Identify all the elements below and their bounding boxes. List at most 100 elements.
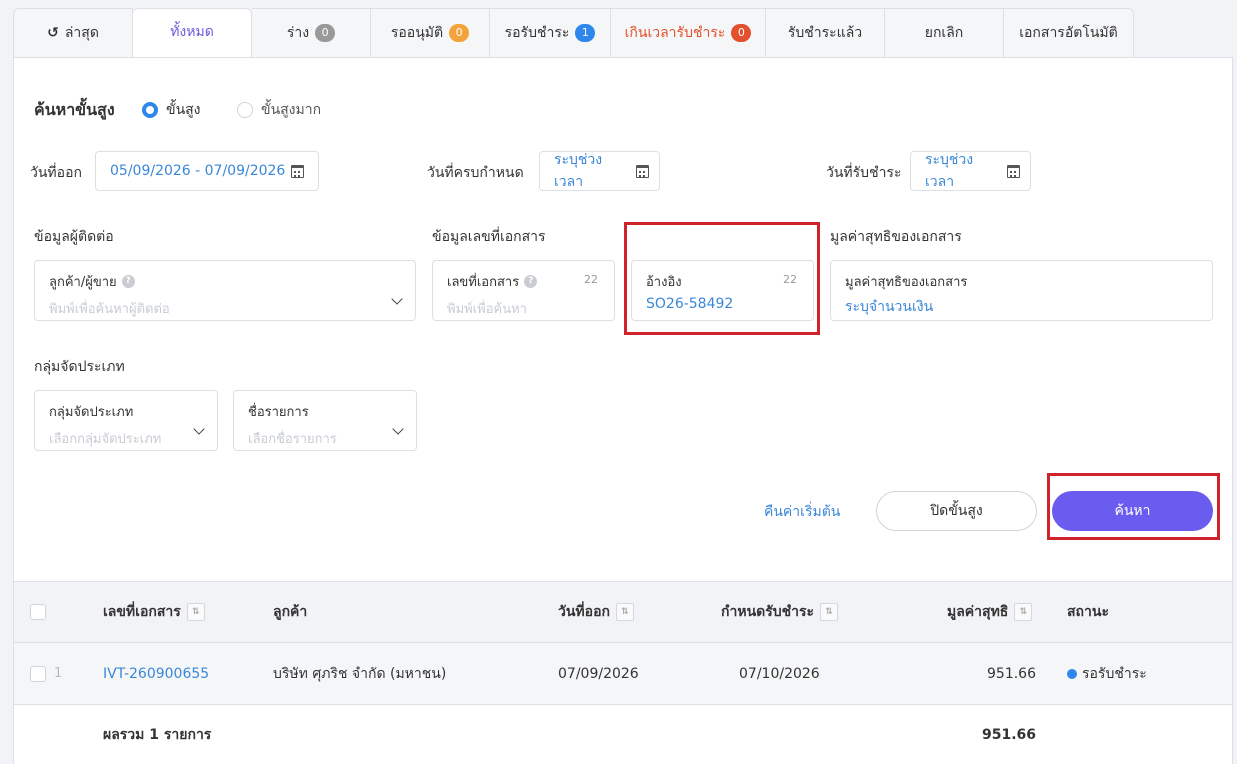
category-select[interactable]: กลุ่มจัดประเภท เลือกกลุ่มจัดประเภท	[34, 390, 218, 451]
row-customer: บริษัท ศุภริช จำกัด (มหาชน)	[273, 665, 447, 682]
table-header: เลขที่เอกสาร ⇅ ลูกค้า วันที่ออก ⇅ กำหนดร…	[14, 581, 1232, 643]
category-placeholder: เลือกกลุ่มจัดประเภท	[49, 432, 162, 447]
issue-date-picker[interactable]: 05/09/2026 - 07/09/2026	[95, 151, 319, 191]
tab-cancelled[interactable]: ยกเลิก	[885, 8, 1004, 58]
tab-all[interactable]: ทั้งหมด	[133, 8, 252, 59]
item-name-select[interactable]: ชื่อรายการ เลือกชื่อรายการ	[233, 390, 417, 451]
calendar-icon	[291, 164, 305, 178]
radio-very-advanced[interactable]: ขั้นสูงมาก	[237, 99, 321, 121]
doc-no-counter: 22	[584, 273, 598, 286]
doc-no-input[interactable]: เลขที่เอกสาร ? พิมพ์เพื่อค้นหา 22	[432, 260, 615, 321]
col-customer-label: ลูกค้า	[273, 604, 308, 620]
row-issue-date: 07/09/2026	[558, 665, 639, 682]
net-field-value: ระบุจำนวนเงิน	[845, 299, 934, 315]
row-status-label: รอรับชำระ	[1082, 665, 1147, 682]
category-label: กลุ่มจัดประเภท	[49, 405, 134, 420]
col-doc-no[interactable]: เลขที่เอกสาร ⇅	[103, 601, 205, 623]
advanced-search-title: ค้นหาขั้นสูง	[34, 100, 115, 119]
col-status-label: สถานะ	[1067, 604, 1109, 620]
tab-latest-label: ล่าสุด	[64, 25, 99, 41]
tab-awaiting-payment[interactable]: รอรับชำระ 1	[490, 8, 611, 58]
footer-label: ผลรวม 1 รายการ	[103, 727, 212, 743]
net-amount-input[interactable]: มูลค่าสุทธิของเอกสาร ระบุจำนวนเงิน	[830, 260, 1213, 321]
doc-no-placeholder: พิมพ์เพื่อค้นหา	[447, 302, 527, 317]
paid-date-value: ระบุช่วงเวลา	[925, 152, 974, 190]
tab-paid-label: รับชำระแล้ว	[787, 25, 863, 41]
category-section-label: กลุ่มจัดประเภท	[34, 359, 125, 375]
issue-date-label: วันที่ออก	[30, 165, 82, 181]
paid-date-label: วันที่รับชำระ	[826, 165, 902, 181]
tab-auto-documents[interactable]: เอกสารอัตโนมัติ	[1004, 8, 1134, 58]
sort-icon[interactable]: ⇅	[615, 603, 634, 621]
tab-draft-label: ร่าง	[286, 25, 310, 41]
table-row[interactable]: 1 IVT-260900655 บริษัท ศุภริช จำกัด (มหา…	[14, 643, 1232, 705]
contact-section-label: ข้อมูลผู้ติดต่อ	[34, 229, 114, 245]
tab-overdue-badge: 0	[731, 24, 752, 42]
col-customer: ลูกค้า	[273, 601, 307, 623]
tab-paid[interactable]: รับชำระแล้ว	[766, 8, 885, 58]
row-net: 951.66	[987, 665, 1036, 682]
col-due-date-label: กำหนดรับชำระ	[721, 604, 815, 620]
col-issue-date[interactable]: วันที่ออก ⇅	[558, 601, 634, 623]
help-icon: ?	[524, 275, 538, 288]
item-name-placeholder: เลือกชื่อรายการ	[248, 432, 337, 447]
tab-awaiting-approval-label: รออนุมัติ	[390, 25, 444, 41]
item-name-label: ชื่อรายการ	[248, 405, 309, 420]
due-date-value: ระบุช่วงเวลา	[554, 152, 603, 190]
col-doc-no-label: เลขที่เอกสาร	[103, 604, 181, 620]
col-issue-date-label: วันที่ออก	[558, 604, 610, 620]
due-date-picker[interactable]: ระบุช่วงเวลา	[539, 151, 660, 191]
tab-latest[interactable]: ↺ ล่าสุด	[13, 8, 133, 58]
tab-overdue-label: เกินเวลารับชำระ	[624, 25, 726, 41]
contact-field-label: ลูกค้า/ผู้ขาย	[49, 275, 117, 290]
radio-advanced[interactable]: ขั้นสูง	[142, 99, 201, 121]
contact-select[interactable]: ลูกค้า/ผู้ขาย ? พิมพ์เพื่อค้นหาผู้ติดต่อ	[34, 260, 416, 321]
table-footer: ผลรวม 1 รายการ 951.66	[14, 705, 1232, 764]
help-icon: ?	[121, 275, 135, 288]
net-section-label: มูลค่าสุทธิของเอกสาร	[830, 229, 962, 245]
tab-all-label: ทั้งหมด	[170, 24, 214, 40]
sort-icon[interactable]: ⇅	[820, 603, 839, 621]
contact-field-placeholder: พิมพ์เพื่อค้นหาผู้ติดต่อ	[49, 302, 170, 317]
tab-awaiting-approval-badge: 0	[449, 24, 470, 42]
history-icon: ↺	[47, 25, 59, 41]
tab-awaiting-approval[interactable]: รออนุมัติ 0	[371, 8, 490, 58]
col-due-date[interactable]: กำหนดรับชำระ ⇅	[721, 601, 839, 623]
due-date-label: วันที่ครบกำหนด	[427, 165, 524, 181]
net-field-label: มูลค่าสุทธิของเอกสาร	[845, 275, 968, 290]
footer-total: 951.66	[981, 727, 1036, 743]
tab-overdue[interactable]: เกินเวลารับชำระ 0	[611, 8, 766, 58]
close-advanced-button[interactable]: ปิดขั้นสูง	[876, 491, 1037, 531]
col-status: สถานะ	[1067, 601, 1109, 623]
select-all-checkbox[interactable]	[30, 604, 46, 620]
tab-awaiting-payment-badge: 1	[575, 24, 596, 42]
doc-section-label: ข้อมูลเลขที่เอกสาร	[432, 229, 546, 245]
row-checkbox[interactable]: 1	[30, 665, 63, 682]
row-due-date: 07/10/2026	[739, 665, 820, 682]
app-root: ↺ ล่าสุด ทั้งหมด ร่าง 0 รออนุมัติ 0 รอรั…	[0, 0, 1237, 764]
highlight-reference-box	[624, 222, 820, 335]
highlight-search-button	[1047, 473, 1220, 540]
status-dot-icon	[1067, 668, 1077, 679]
col-net[interactable]: มูลค่าสุทธิ ⇅	[947, 601, 1033, 623]
tab-draft[interactable]: ร่าง 0	[252, 8, 371, 58]
calendar-icon	[636, 164, 649, 178]
radio-very-advanced-label: ขั้นสูงมาก	[261, 102, 322, 118]
row-doc-no-link[interactable]: IVT-260900655	[103, 666, 209, 682]
tab-awaiting-payment-label: รอรับชำระ	[504, 25, 570, 41]
row-index: 1	[54, 666, 63, 681]
reset-link[interactable]: คืนค่าเริ่มต้น	[764, 501, 840, 523]
radio-advanced-dot	[142, 102, 158, 118]
tab-cancelled-label: ยกเลิก	[924, 25, 964, 41]
paid-date-picker[interactable]: ระบุช่วงเวลา	[910, 151, 1031, 191]
status-tabs: ↺ ล่าสุด ทั้งหมด ร่าง 0 รออนุมัติ 0 รอรั…	[13, 8, 1134, 59]
calendar-icon	[1007, 164, 1020, 178]
sort-icon[interactable]: ⇅	[186, 603, 205, 621]
search-panel: ค้นหาขั้นสูง ขั้นสูง ขั้นสูงมาก วันที่ออ…	[13, 57, 1233, 764]
issue-date-value: 05/09/2026 - 07/09/2026	[110, 163, 286, 179]
sort-icon[interactable]: ⇅	[1014, 603, 1033, 621]
tab-auto-documents-label: เอกสารอัตโนมัติ	[1019, 25, 1118, 41]
doc-no-label: เลขที่เอกสาร	[447, 275, 520, 290]
tab-draft-badge: 0	[315, 24, 336, 42]
radio-advanced-label: ขั้นสูง	[166, 102, 201, 118]
